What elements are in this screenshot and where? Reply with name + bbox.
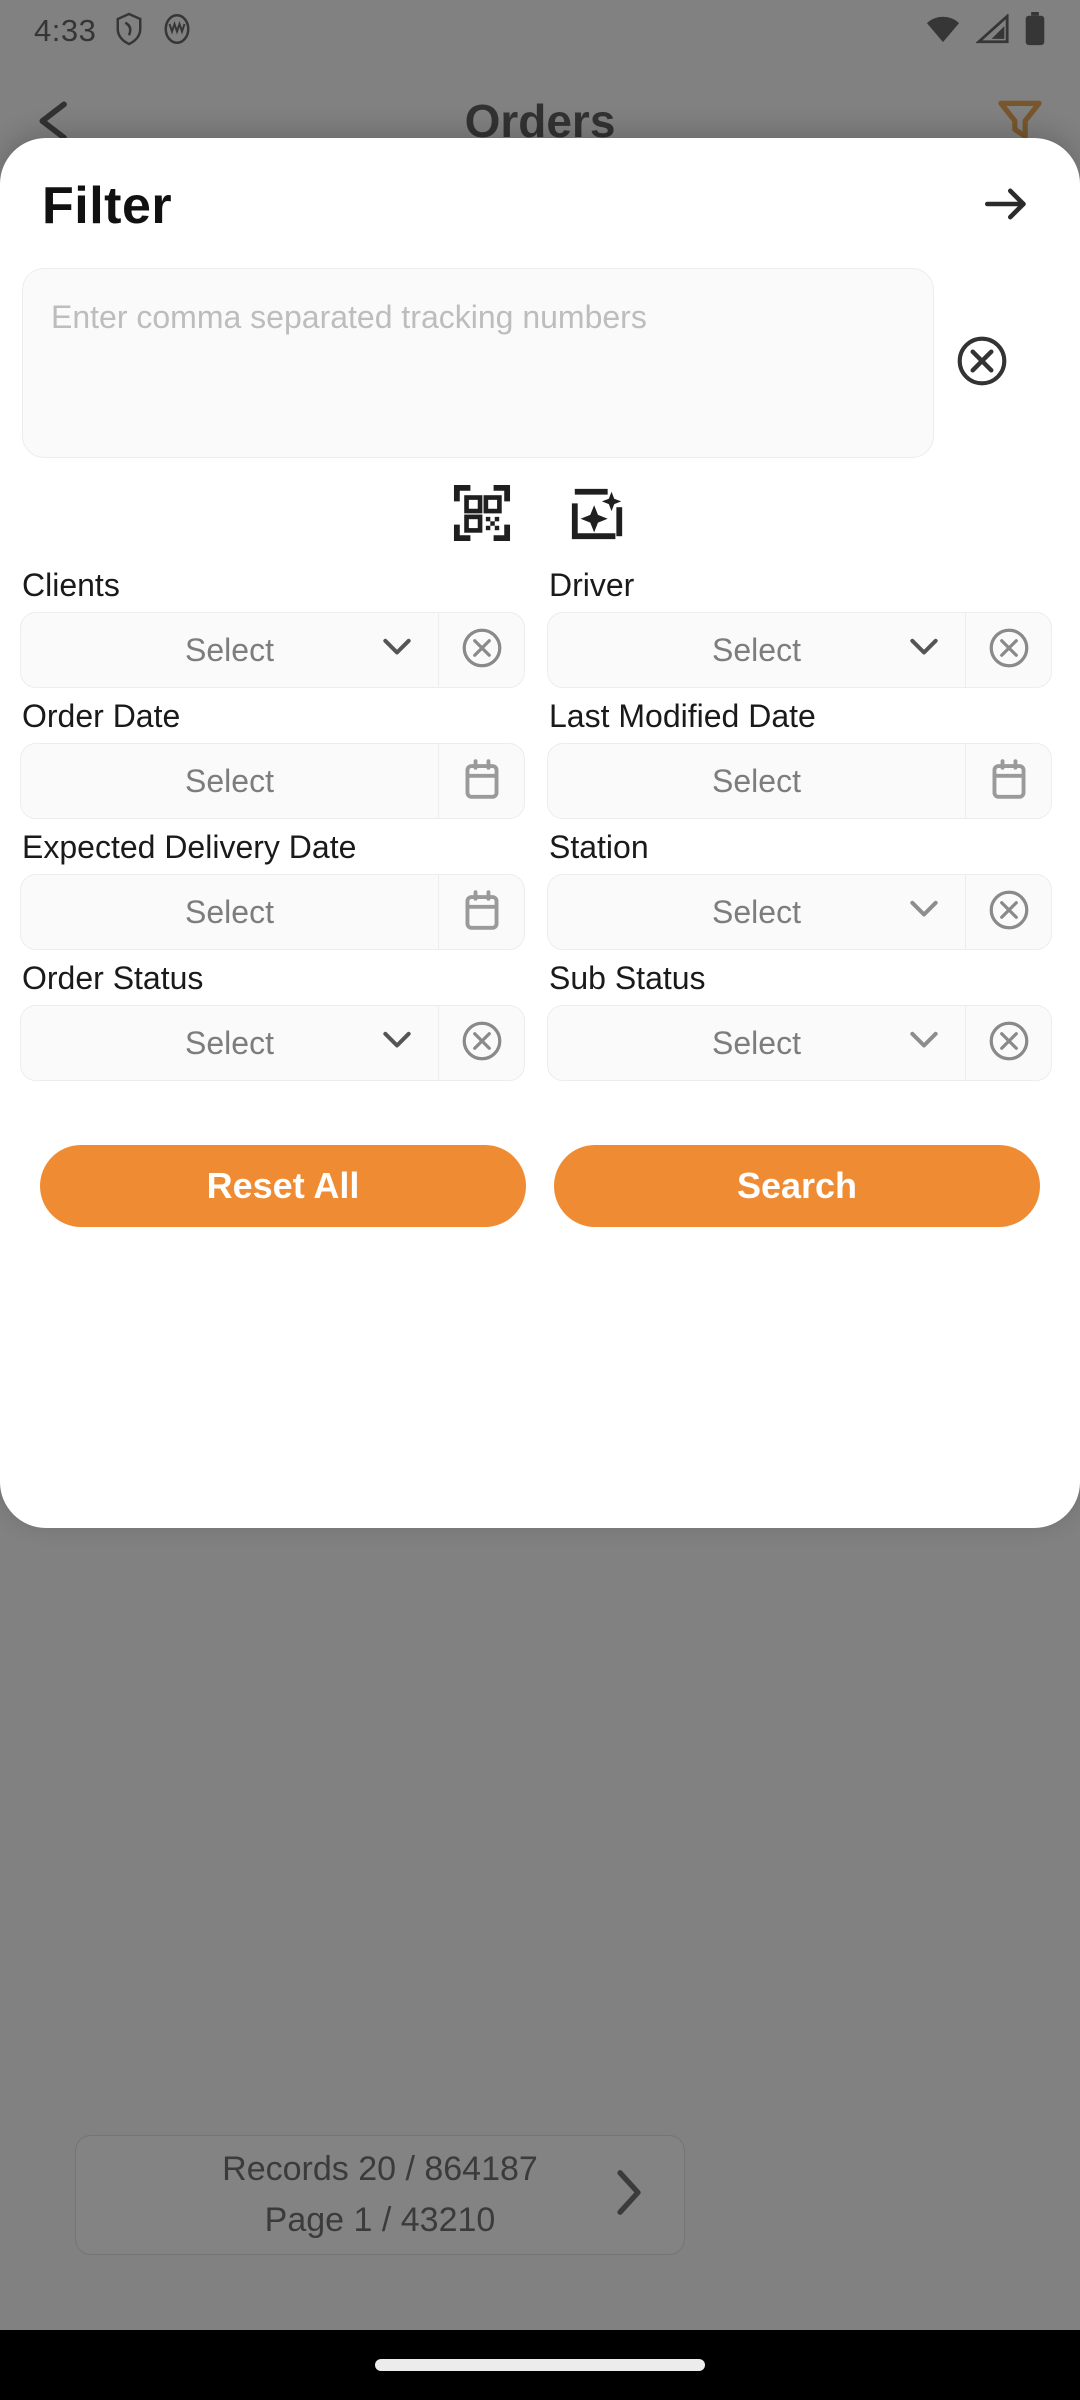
circle-x-icon (988, 1020, 1030, 1067)
tracking-input-row: Enter comma separated tracking numbers (0, 236, 1080, 458)
qr-code-scan-icon[interactable] (453, 484, 511, 547)
filter-row: Expected Delivery Date Select Station Se… (20, 819, 1060, 950)
arrow-right-icon[interactable] (976, 177, 1038, 236)
sub-status-select[interactable]: Select (548, 1006, 965, 1080)
field-order-status: Order Status Select (20, 950, 525, 1081)
filter-title: Filter (42, 177, 173, 235)
filter-fields: Clients Select Driver Select Order Date … (0, 547, 1080, 1227)
calendar-icon (462, 889, 502, 936)
field-sub-status: Sub Status Select (547, 950, 1052, 1081)
circle-x-icon (461, 1020, 503, 1067)
chevron-down-icon (909, 638, 939, 663)
field-label: Order Status (22, 960, 204, 996)
order-date-select[interactable]: Select (21, 744, 438, 818)
field-last-modified-date: Last Modified Date Select (547, 688, 1052, 819)
filter-row: Order Status Select Sub Status Select (20, 950, 1060, 1081)
field-value: Select (185, 1024, 274, 1061)
chevron-down-icon (382, 1031, 412, 1056)
chevron-down-icon (909, 1031, 939, 1056)
clients-clear-button[interactable] (438, 613, 524, 687)
calendar-icon (462, 758, 502, 805)
field-value: Select (712, 631, 801, 668)
field-station: Station Select (547, 819, 1052, 950)
chevron-down-icon (909, 900, 939, 925)
field-label: Expected Delivery Date (22, 829, 357, 865)
circle-x-icon (988, 889, 1030, 936)
expected-delivery-date-select[interactable]: Select (21, 875, 438, 949)
phone-screen: 4:33 (0, 0, 1080, 2400)
circle-x-icon (988, 627, 1030, 674)
field-label: Clients (22, 567, 120, 603)
driver-select[interactable]: Select (548, 613, 965, 687)
field-value: Select (185, 893, 274, 930)
scan-actions-row (0, 458, 1080, 547)
field-value: Select (712, 762, 801, 799)
home-indicator[interactable] (375, 2359, 705, 2371)
order-date-picker-button[interactable] (438, 744, 524, 818)
field-expected-delivery-date: Expected Delivery Date Select (20, 819, 525, 950)
field-label: Order Date (22, 698, 181, 734)
search-button[interactable]: Search (554, 1145, 1040, 1227)
expected-delivery-date-picker-button[interactable] (438, 875, 524, 949)
order-status-clear-button[interactable] (438, 1006, 524, 1080)
field-value: Select (185, 631, 274, 668)
system-gesture-bar (0, 2330, 1080, 2400)
field-value: Select (712, 1024, 801, 1061)
field-clients: Clients Select (20, 557, 525, 688)
field-value: Select (185, 762, 274, 799)
sub-status-clear-button[interactable] (965, 1006, 1051, 1080)
order-status-select[interactable]: Select (21, 1006, 438, 1080)
field-label: Sub Status (549, 960, 706, 996)
clients-select[interactable]: Select (21, 613, 438, 687)
tracking-placeholder: Enter comma separated tracking numbers (51, 299, 647, 335)
filter-row: Order Date Select Last Modified Date Sel… (20, 688, 1060, 819)
filter-row: Clients Select Driver Select (20, 557, 1060, 688)
field-label: Station (549, 829, 649, 865)
circle-x-icon (461, 627, 503, 674)
field-order-date: Order Date Select (20, 688, 525, 819)
circle-x-icon[interactable] (956, 335, 1008, 392)
field-driver: Driver Select (547, 557, 1052, 688)
filter-sheet-header: Filter (0, 138, 1080, 236)
image-scan-ai-icon[interactable] (569, 484, 627, 547)
station-select[interactable]: Select (548, 875, 965, 949)
last-modified-date-picker-button[interactable] (965, 744, 1051, 818)
tracking-numbers-input[interactable]: Enter comma separated tracking numbers (22, 268, 934, 458)
field-label: Driver (549, 567, 635, 603)
station-clear-button[interactable] (965, 875, 1051, 949)
field-value: Select (712, 893, 801, 930)
filter-actions: Reset All Search (20, 1081, 1060, 1227)
reset-all-button[interactable]: Reset All (40, 1145, 526, 1227)
chevron-down-icon (382, 638, 412, 663)
calendar-icon (989, 758, 1029, 805)
field-label: Last Modified Date (549, 698, 816, 734)
driver-clear-button[interactable] (965, 613, 1051, 687)
filter-sheet: Filter Enter comma separated tracking nu… (0, 138, 1080, 1528)
last-modified-date-select[interactable]: Select (548, 744, 965, 818)
